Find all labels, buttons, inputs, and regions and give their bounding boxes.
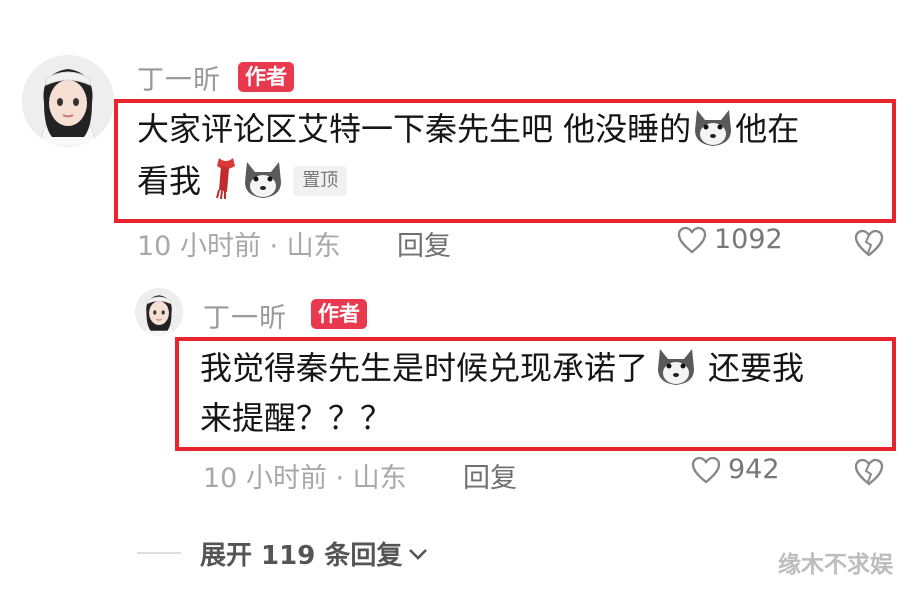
like-button[interactable]: 942 (690, 454, 780, 485)
scarf-emoji (211, 156, 241, 214)
heart-outline-icon (677, 226, 707, 253)
author-badge: 作者 (238, 62, 294, 92)
husky-emoji (691, 106, 735, 162)
author-badge: 作者 (311, 299, 367, 329)
comment-meta: 10 小时前 · 山东 (203, 463, 407, 494)
comment-username[interactable]: 丁一昕 (137, 58, 221, 97)
reply-button[interactable]: 回复 (463, 456, 517, 495)
comment-text-line1: 大家评论区艾特一下秦先生吧 他没睡的 他在 (137, 104, 799, 162)
comment-text-line2: 来提醒？？？ (200, 399, 393, 437)
expand-replies-button[interactable]: 展开 119 条回复 (200, 535, 428, 572)
avatar[interactable] (22, 55, 114, 147)
avatar[interactable] (135, 288, 183, 336)
comment-text: 大家评论区艾特一下秦先生吧 他没睡的 (137, 110, 692, 148)
comment-text-line2: 看我 置顶 (137, 156, 348, 214)
husky-emoji (654, 345, 698, 401)
avatar-image (22, 55, 114, 147)
pinned-badge: 置顶 (293, 166, 348, 196)
heart-outline-icon (691, 456, 721, 483)
chevron-down-icon (409, 548, 428, 560)
comment-text: 我觉得秦先生是时候兑现承诺了 (200, 349, 649, 387)
comment-meta: 10 小时前 · 山东 (137, 231, 341, 262)
dislike-button[interactable] (852, 457, 886, 491)
broken-heart-icon (854, 229, 884, 257)
husky-emoji (241, 158, 285, 214)
dislike-button[interactable] (852, 228, 886, 262)
comment-username[interactable]: 丁一昕 (203, 296, 287, 335)
comment-text-end: 他在 (735, 110, 800, 148)
comment-text: 看我 (137, 162, 202, 200)
like-count: 942 (728, 454, 780, 485)
broken-heart-icon (854, 458, 884, 486)
avatar-image (135, 288, 183, 336)
expand-replies-label: 展开 119 条回复 (200, 541, 403, 571)
like-count: 1092 (714, 224, 783, 255)
comment-text-end: 还要我 (708, 349, 805, 387)
divider (137, 552, 181, 554)
reply-button[interactable]: 回复 (397, 224, 451, 263)
watermark: 缘木不求娱 (778, 552, 893, 578)
like-button[interactable]: 1092 (676, 224, 783, 255)
